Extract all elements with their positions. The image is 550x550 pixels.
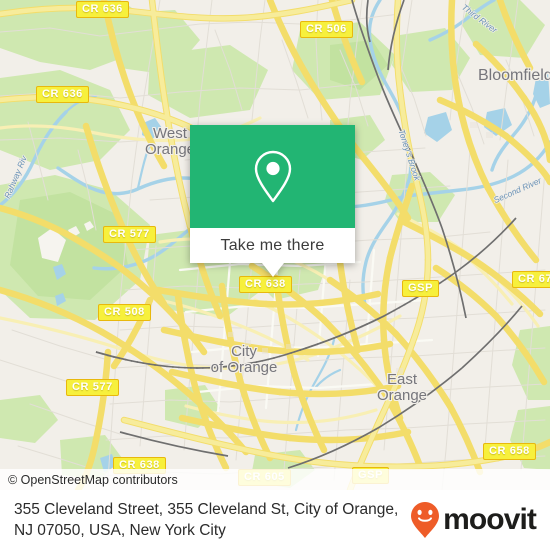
popup-pointer	[261, 263, 284, 277]
moovit-smiley-pin-icon	[411, 502, 440, 538]
moovit-wordmark: moovit	[443, 503, 537, 536]
osm-attribution: © OpenStreetMap contributors	[0, 469, 550, 490]
take-me-there-button[interactable]: Take me there	[190, 228, 355, 263]
footer-bar: 355 Cleveland Street, 355 Cleveland St, …	[0, 490, 550, 550]
moovit-brand[interactable]: moovit	[410, 501, 537, 539]
take-me-there-label: Take me there	[220, 236, 325, 254]
moovit-map-screenshot: .park{fill:#cfe8b0;} .parkd{fill:#c2e2a0…	[0, 0, 550, 550]
map-pin-icon	[254, 150, 291, 202]
location-popup-card[interactable]: Take me there	[190, 125, 355, 277]
popup-pin-area	[190, 125, 355, 228]
address-text: 355 Cleveland Street, 355 Cleveland St, …	[14, 501, 399, 539]
